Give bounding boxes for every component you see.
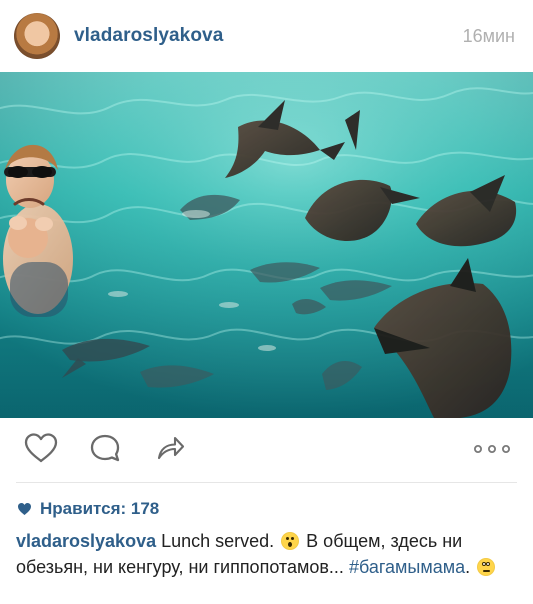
caption-text-part-3: . (465, 557, 476, 577)
heart-outline-icon (23, 432, 59, 469)
post-header: vladaroslyakova 16мин (0, 0, 533, 72)
more-options-button[interactable] (469, 437, 515, 463)
likes-row[interactable]: Нравится: 178 (16, 496, 159, 522)
comment-bubble-icon (88, 432, 122, 469)
post-caption: vladaroslyakova Lunch served. В общем, з… (16, 528, 521, 580)
post-divider (16, 482, 517, 483)
caption-username[interactable]: vladaroslyakova (16, 531, 156, 551)
like-button[interactable] (18, 427, 64, 473)
avatar[interactable] (14, 13, 60, 59)
rolling-eyes-face-icon (477, 558, 496, 576)
caption-hashtag[interactable]: #багамымама (349, 557, 465, 577)
instagram-post: vladaroslyakova 16мин Нравится: 178 vlad… (0, 0, 533, 604)
post-photo[interactable] (0, 72, 533, 418)
caption-text-part-1: Lunch served. (156, 531, 280, 551)
post-actions (0, 418, 533, 482)
likes-count-label: Нравится: 178 (40, 499, 160, 518)
shark-photo-illustration (0, 72, 533, 418)
surprised-face-icon (281, 532, 300, 550)
post-username[interactable]: vladaroslyakova (74, 25, 463, 47)
comment-button[interactable] (82, 427, 128, 473)
share-arrow-icon (152, 431, 186, 470)
share-button[interactable] (146, 427, 192, 473)
heart-filled-icon (16, 501, 32, 517)
post-timestamp: 16мин (462, 25, 515, 46)
more-dots-icon (472, 441, 512, 459)
